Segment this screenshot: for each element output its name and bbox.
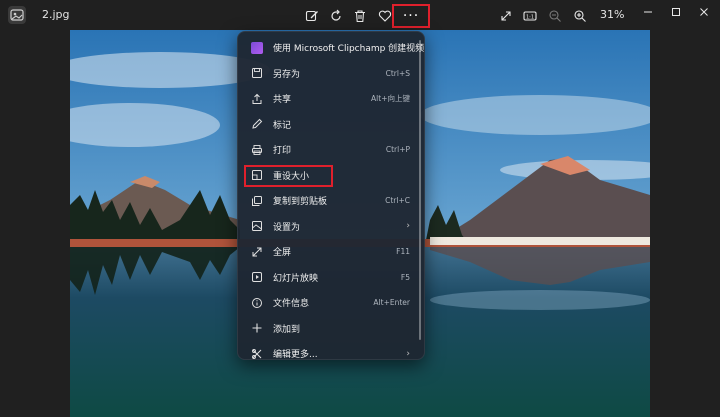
menu-item-shortcut: F5 bbox=[400, 272, 410, 282]
save-icon bbox=[251, 67, 263, 79]
menu-item-label: 共享 bbox=[273, 95, 292, 106]
menu-scrollbar[interactable] bbox=[419, 40, 421, 340]
close-icon bbox=[700, 8, 708, 16]
more-options-button[interactable]: ··· bbox=[392, 4, 430, 28]
info-icon bbox=[251, 297, 263, 309]
menu-item-shortcut: Ctrl+C bbox=[385, 196, 410, 206]
menu-item-label: 使用 Microsoft Clipchamp 创建视频 bbox=[273, 44, 425, 55]
plus-icon bbox=[251, 322, 263, 334]
zoom-out-button[interactable] bbox=[545, 6, 565, 26]
edit-more-icon bbox=[251, 348, 263, 360]
expand-icon bbox=[501, 11, 511, 21]
menu-item-resize[interactable]: 重设大小 bbox=[238, 163, 424, 189]
share-icon bbox=[251, 93, 263, 105]
title-bar: 2.jpg ··· 1:1 31% bbox=[0, 0, 720, 30]
maximize-icon bbox=[672, 8, 680, 16]
menu-item-label: 添加到 bbox=[273, 324, 301, 335]
menu-item-edit-more[interactable]: 编辑更多... › bbox=[238, 341, 424, 367]
menu-item-shortcut: Ctrl+P bbox=[385, 145, 410, 155]
menu-item-label: 另存为 bbox=[273, 69, 301, 80]
menu-item-shortcut: Alt+Enter bbox=[373, 298, 410, 308]
file-name: 2.jpg bbox=[42, 8, 70, 21]
menu-item-label: 文件信息 bbox=[273, 299, 310, 310]
menu-item-clipchamp[interactable]: 使用 Microsoft Clipchamp 创建视频 bbox=[238, 35, 424, 61]
menu-item-shortcut: F11 bbox=[396, 247, 410, 257]
actual-size-button[interactable]: 1:1 bbox=[520, 6, 540, 26]
fullscreen-icon bbox=[251, 246, 263, 258]
minimize-button[interactable] bbox=[640, 4, 656, 20]
menu-item-shortcut: Alt+向上键 bbox=[371, 94, 410, 104]
menu-item-slideshow[interactable]: 幻灯片放映 F5 bbox=[238, 265, 424, 291]
menu-item-label: 重设大小 bbox=[273, 171, 310, 182]
menu-item-fullscreen[interactable]: 全屏 F11 bbox=[238, 239, 424, 265]
actual-size-icon: 1:1 bbox=[523, 11, 537, 21]
zoom-in-icon bbox=[574, 10, 586, 22]
menu-item-copy[interactable]: 复制到剪贴板 Ctrl+C bbox=[238, 188, 424, 214]
menu-item-set-as[interactable]: 设置为 › bbox=[238, 214, 424, 240]
menu-item-label: 编辑更多... bbox=[273, 350, 318, 361]
rotate-icon bbox=[331, 9, 341, 21]
menu-item-add-to[interactable]: 添加到 bbox=[238, 316, 424, 342]
edit-image-button[interactable] bbox=[302, 6, 322, 26]
menu-item-save-as[interactable]: 另存为 Ctrl+S bbox=[238, 61, 424, 87]
printer-icon bbox=[251, 144, 263, 156]
menu-item-label: 设置为 bbox=[273, 222, 301, 233]
menu-item-shortcut: Ctrl+S bbox=[385, 68, 410, 78]
menu-item-file-info[interactable]: 文件信息 Alt+Enter bbox=[238, 290, 424, 316]
copy-icon bbox=[251, 195, 263, 207]
rotate-button[interactable] bbox=[326, 6, 346, 26]
photos-app-icon bbox=[8, 6, 26, 24]
set-as-icon bbox=[251, 220, 263, 232]
menu-item-label: 打印 bbox=[273, 146, 292, 157]
menu-item-label: 全屏 bbox=[273, 248, 292, 259]
maximize-button[interactable] bbox=[668, 4, 684, 20]
menu-item-print[interactable]: 打印 Ctrl+P bbox=[238, 137, 424, 163]
menu-item-label: 复制到剪贴板 bbox=[273, 197, 328, 208]
trash-icon bbox=[355, 10, 365, 23]
delete-button[interactable] bbox=[350, 6, 370, 26]
minimize-icon bbox=[644, 11, 652, 13]
clipchamp-icon bbox=[251, 41, 263, 54]
resize-icon bbox=[251, 169, 263, 181]
svg-text:1:1: 1:1 bbox=[526, 14, 534, 20]
zoom-level[interactable]: 31% bbox=[600, 8, 624, 21]
slideshow-icon bbox=[251, 271, 263, 283]
chevron-right-icon: › bbox=[406, 221, 410, 232]
chevron-right-icon: › bbox=[406, 348, 410, 359]
menu-item-markup[interactable]: 标记 bbox=[238, 112, 424, 138]
menu-item-label: 幻灯片放映 bbox=[273, 273, 319, 284]
heart-icon bbox=[378, 10, 392, 22]
zoom-in-button[interactable] bbox=[570, 6, 590, 26]
pen-icon bbox=[251, 118, 263, 130]
expand-button[interactable] bbox=[496, 6, 516, 26]
zoom-out-icon bbox=[549, 10, 561, 22]
edit-image-icon bbox=[305, 10, 318, 22]
more-options-menu: 使用 Microsoft Clipchamp 创建视频 另存为 Ctrl+S 共… bbox=[237, 31, 425, 360]
favorite-button[interactable] bbox=[375, 6, 395, 26]
menu-item-label: 标记 bbox=[273, 120, 292, 131]
more-dots-icon: ··· bbox=[402, 8, 420, 24]
menu-item-share[interactable]: 共享 Alt+向上键 bbox=[238, 86, 424, 112]
close-button[interactable] bbox=[696, 4, 712, 20]
